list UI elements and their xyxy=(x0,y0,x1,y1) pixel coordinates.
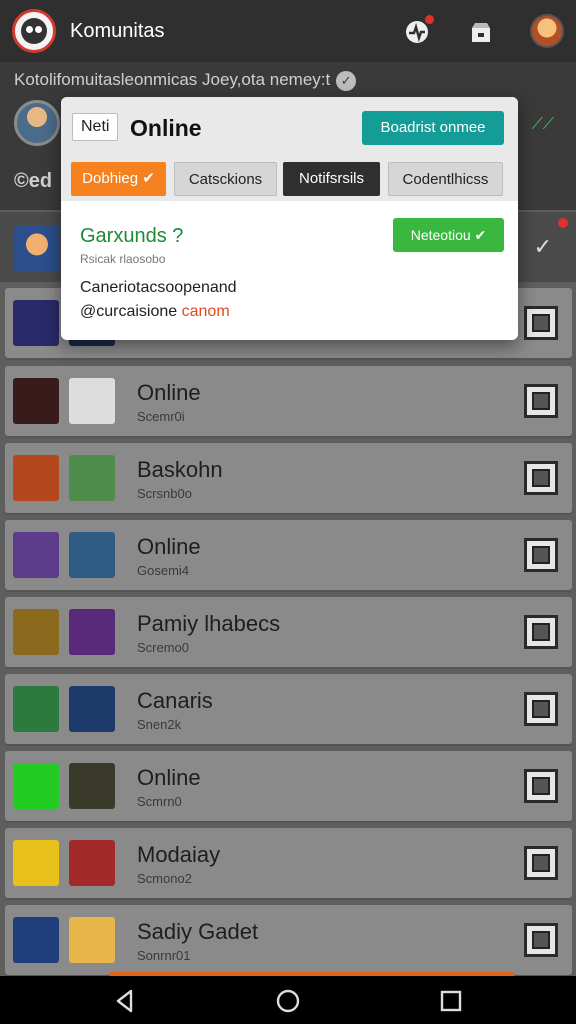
list-item[interactable]: Modaiay Scmono2 xyxy=(5,828,572,898)
item-thumbnail xyxy=(69,609,115,655)
list-item[interactable]: Online Scmrn0 xyxy=(5,751,572,821)
select-checkbox[interactable] xyxy=(524,461,558,495)
profile-avatar[interactable] xyxy=(530,14,564,48)
content-line: @curcaisione canom xyxy=(80,303,230,320)
item-subtitle: Snen2k xyxy=(137,717,182,732)
item-subtitle: Gosemi4 xyxy=(137,563,190,578)
content-link[interactable]: canom xyxy=(182,303,230,320)
popup-title: Online xyxy=(130,115,202,141)
list-item[interactable]: Canaris Snen2k xyxy=(5,674,572,744)
item-title: Pamiy lhabecs xyxy=(137,611,281,636)
item-title: Modaiay xyxy=(137,842,221,867)
select-checkbox[interactable] xyxy=(524,923,558,957)
tab-notifsrsils[interactable]: Notifsrsils xyxy=(283,162,380,196)
item-subtitle: Scrsnb0o xyxy=(137,486,192,501)
item-thumbnail xyxy=(69,840,115,886)
trend-icon: ⟋⟋ xyxy=(531,116,554,133)
select-checkbox[interactable] xyxy=(524,769,558,803)
list-item[interactable]: Sadiy Gadet Sonrnr01 xyxy=(5,905,572,975)
item-thumbnail xyxy=(69,686,115,732)
mascot-icon xyxy=(21,18,47,44)
breadcrumb: Kotolifomuitasleonmicas Joey,ota nemey:t… xyxy=(14,70,357,91)
store-icon[interactable] xyxy=(466,17,496,47)
content-title: Garxunds ? xyxy=(80,225,184,247)
item-title: Sadiy Gadet xyxy=(137,919,259,944)
featured-thumbnail xyxy=(14,226,60,272)
item-thumbnail xyxy=(13,378,59,424)
list-item[interactable]: Pamiy lhabecs Scremo0 xyxy=(5,597,572,667)
item-thumbnail xyxy=(69,763,115,809)
item-thumbnail xyxy=(13,763,59,809)
tab-codentlhicss[interactable]: Codentlhicss xyxy=(388,162,503,196)
select-checkbox[interactable] xyxy=(524,306,558,340)
item-thumbnail xyxy=(69,917,115,963)
top-app-bar: Komunitas xyxy=(0,0,576,62)
item-thumbnail xyxy=(69,378,115,424)
item-subtitle: Scmono2 xyxy=(137,871,192,886)
app-logo[interactable] xyxy=(12,9,56,53)
section-label: ©ed xyxy=(14,170,53,192)
verified-icon: ✓ xyxy=(336,70,357,91)
select-checkbox[interactable] xyxy=(524,538,558,572)
home-icon[interactable] xyxy=(275,988,301,1014)
item-thumbnail xyxy=(13,686,59,732)
chevron-icon[interactable]: ✓ xyxy=(534,234,552,260)
item-subtitle: Scmrn0 xyxy=(137,794,182,809)
item-thumbnail xyxy=(13,532,59,578)
item-thumbnail xyxy=(13,917,59,963)
item-thumbnail xyxy=(69,455,115,501)
network-badge: Neti xyxy=(72,113,119,141)
list-item[interactable]: Online Gosemi4 xyxy=(5,520,572,590)
app-title: Komunitas xyxy=(70,20,165,42)
tab-catsckions[interactable]: Catsckions xyxy=(174,162,277,196)
content-subtitle: Rsicak rlaosobo xyxy=(80,252,166,266)
popup-header: Neti Online Boadrist onmee Dobhieg ✔ Cat… xyxy=(61,97,518,201)
tab-dobhieg[interactable]: Dobhieg ✔ xyxy=(71,162,166,196)
select-checkbox[interactable] xyxy=(524,846,558,880)
item-thumbnail xyxy=(13,840,59,886)
status-button[interactable]: Neteotiou ✔ xyxy=(393,218,504,252)
item-thumbnail xyxy=(13,300,59,346)
community-avatar[interactable] xyxy=(14,100,60,146)
item-title: Canaris xyxy=(137,688,213,713)
select-checkbox[interactable] xyxy=(524,615,558,649)
list-item[interactable]: Baskohn Scrsnb0o xyxy=(5,443,572,513)
item-title: Baskohn xyxy=(137,457,223,482)
online-popup: Neti Online Boadrist onmee Dobhieg ✔ Cat… xyxy=(61,97,518,340)
item-thumbnail xyxy=(13,455,59,501)
list-item[interactable]: Online Scemr0i xyxy=(5,366,572,436)
back-icon[interactable] xyxy=(112,988,138,1014)
breadcrumb-text: Kotolifomuitasleonmicas Joey,ota nemey:t xyxy=(14,70,331,89)
item-thumbnail xyxy=(13,609,59,655)
item-title: Online xyxy=(137,534,201,559)
broadcast-online-button[interactable]: Boadrist onmee xyxy=(362,111,504,145)
notification-dot xyxy=(425,15,434,24)
item-title: Online xyxy=(137,765,201,790)
select-checkbox[interactable] xyxy=(524,692,558,726)
item-subtitle: Scemr0i xyxy=(137,409,185,424)
notification-dot xyxy=(558,218,568,228)
item-subtitle: Scremo0 xyxy=(137,640,190,655)
select-checkbox[interactable] xyxy=(524,384,558,418)
item-title: Online xyxy=(137,380,201,405)
recents-icon[interactable] xyxy=(438,988,464,1014)
pulse-icon[interactable] xyxy=(402,15,434,47)
item-thumbnail xyxy=(69,532,115,578)
content-line: Caneriotacsoopenand xyxy=(80,279,237,296)
item-subtitle: Sonrnr01 xyxy=(137,948,191,963)
system-navbar xyxy=(0,976,576,1024)
